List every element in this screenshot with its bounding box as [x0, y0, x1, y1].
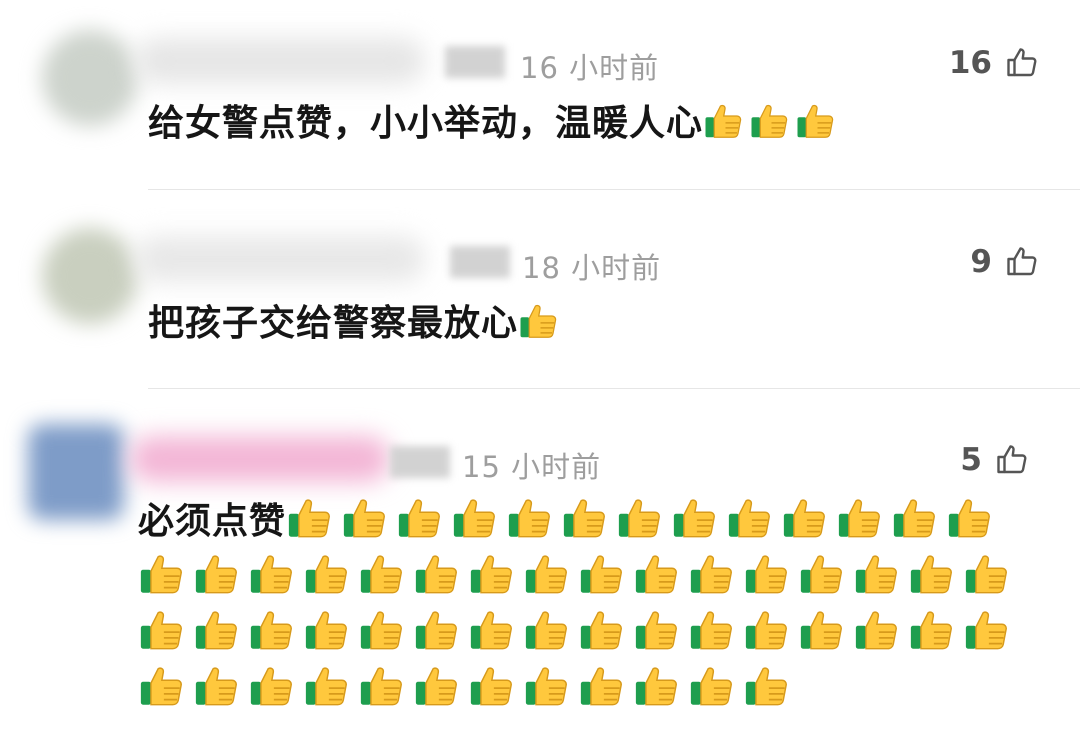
thumbs-up-emoji-icon — [195, 555, 237, 594]
thumbs-up-emoji-icon — [453, 499, 495, 538]
comment-text: 把孩子交给警察最放心 — [148, 296, 1048, 352]
comment-item: 15 小时前 5 必须点赞 — [0, 390, 1080, 745]
thumbs-up-emoji-icon — [690, 667, 732, 706]
thumbs-up-emoji-icon — [525, 667, 567, 706]
thumbs-up-emoji-icon — [580, 611, 622, 650]
thumbs-up-emoji-icon — [415, 667, 457, 706]
divider — [148, 388, 1080, 389]
thumbs-up-emoji-icon — [855, 611, 897, 650]
thumbs-up-emoji-icon — [140, 611, 182, 650]
thumbs-up-emoji-icon — [360, 667, 402, 706]
thumbs-up-emoji-icon — [635, 555, 677, 594]
thumbs-up-emoji-icon — [195, 611, 237, 650]
thumbs-up-emoji-icon — [140, 555, 182, 594]
thumbs-up-emoji-icon — [855, 555, 897, 594]
thumbs-up-emoji-icon — [563, 499, 605, 538]
comment-text: 给女警点赞，小小举动，温暖人心 — [148, 96, 1048, 152]
thumbs-up-emoji-icon — [797, 104, 834, 138]
like-button[interactable]: 16 — [880, 43, 1040, 83]
comment-item: 18 小时前 9 把孩子交给警察最放心 — [0, 190, 1080, 388]
comment-body: 必须点赞 — [138, 501, 287, 542]
thumbs-up-emoji-icon — [360, 611, 402, 650]
comment-item: 16 小时前 16 给女警点赞，小小举动，温暖人心 — [0, 0, 1080, 190]
thumbs-up-emoji-icon — [140, 667, 182, 706]
thumbs-up-emoji-icon — [250, 611, 292, 650]
avatar[interactable] — [42, 30, 138, 126]
user-badge-blurred — [390, 446, 450, 478]
thumbs-up-emoji-icon — [910, 611, 952, 650]
like-count: 5 — [960, 442, 982, 478]
thumbs-up-emoji-icon — [343, 499, 385, 538]
comment-time: 18 小时前 — [522, 251, 662, 285]
like-button[interactable]: 9 — [880, 242, 1040, 282]
thumbs-up-emoji-icon — [728, 499, 770, 538]
thumbs-emoji-group — [518, 303, 564, 344]
like-button[interactable]: 5 — [870, 440, 1030, 480]
comment-time: 15 小时前 — [462, 450, 602, 484]
thumbs-up-emoji-icon — [965, 611, 1007, 650]
thumbs-up-emoji-icon — [250, 667, 292, 706]
thumbs-up-emoji-icon — [288, 499, 330, 538]
avatar[interactable] — [42, 228, 138, 324]
thumbs-up-emoji-icon — [800, 611, 842, 650]
thumbs-up-emoji-icon — [470, 555, 512, 594]
thumbs-up-emoji-icon — [690, 611, 732, 650]
username-blurred[interactable] — [135, 236, 425, 282]
comment-text: 必须点赞 — [138, 494, 1018, 718]
comment-body: 给女警点赞，小小举动，温暖人心 — [148, 103, 704, 144]
thumbs-up-emoji-icon — [250, 555, 292, 594]
thumbs-up-emoji-icon — [305, 555, 347, 594]
thumbs-up-emoji-icon — [751, 104, 788, 138]
thumbs-up-emoji-icon — [893, 499, 935, 538]
like-count: 9 — [970, 244, 992, 280]
comment-body: 把孩子交给警察最放心 — [148, 303, 519, 344]
thumbs-up-emoji-icon — [525, 611, 567, 650]
thumbs-up-outline-icon — [1007, 48, 1037, 77]
thumbs-up-emoji-icon — [470, 667, 512, 706]
thumbs-up-outline-icon — [997, 445, 1027, 474]
avatar[interactable] — [28, 424, 124, 520]
username-blurred[interactable] — [135, 38, 425, 84]
thumbs-up-emoji-icon — [635, 611, 677, 650]
thumbs-up-emoji-icon — [635, 667, 677, 706]
thumbs-emoji-group — [703, 103, 841, 144]
thumbs-up-emoji-icon — [525, 555, 567, 594]
thumbs-up-emoji-icon — [305, 667, 347, 706]
like-count: 16 — [948, 45, 992, 81]
thumbs-up-emoji-icon — [360, 555, 402, 594]
comment-time: 16 小时前 — [520, 51, 660, 85]
thumbs-up-emoji-icon — [398, 499, 440, 538]
thumbs-up-emoji-icon — [910, 555, 952, 594]
thumbs-up-emoji-icon — [965, 555, 1007, 594]
user-badge-blurred — [445, 46, 505, 78]
thumbs-up-emoji-icon — [580, 667, 622, 706]
thumbs-up-emoji-icon — [745, 611, 787, 650]
thumbs-up-emoji-icon — [783, 499, 825, 538]
thumbs-up-emoji-icon — [745, 667, 787, 706]
thumbs-up-emoji-icon — [745, 555, 787, 594]
thumbs-up-emoji-icon — [673, 499, 715, 538]
thumbs-up-emoji-icon — [690, 555, 732, 594]
thumbs-up-emoji-icon — [508, 499, 550, 538]
thumbs-up-emoji-icon — [305, 611, 347, 650]
comment-list: 16 小时前 16 给女警点赞，小小举动，温暖人心 18 小时前 9 把孩子交给… — [0, 0, 1080, 745]
thumbs-up-emoji-icon — [800, 555, 842, 594]
username-blurred[interactable] — [130, 436, 390, 482]
thumbs-up-outline-icon — [1007, 247, 1037, 276]
thumbs-up-emoji-icon — [195, 667, 237, 706]
thumbs-up-emoji-icon — [948, 499, 990, 538]
thumbs-up-emoji-icon — [838, 499, 880, 538]
thumbs-up-emoji-icon — [415, 611, 457, 650]
thumbs-up-emoji-icon — [520, 304, 557, 338]
thumbs-up-emoji-icon — [618, 499, 660, 538]
thumbs-up-emoji-icon — [470, 611, 512, 650]
thumbs-up-emoji-icon — [415, 555, 457, 594]
thumbs-up-emoji-icon — [580, 555, 622, 594]
user-badge-blurred — [450, 246, 510, 278]
thumbs-up-emoji-icon — [705, 104, 742, 138]
